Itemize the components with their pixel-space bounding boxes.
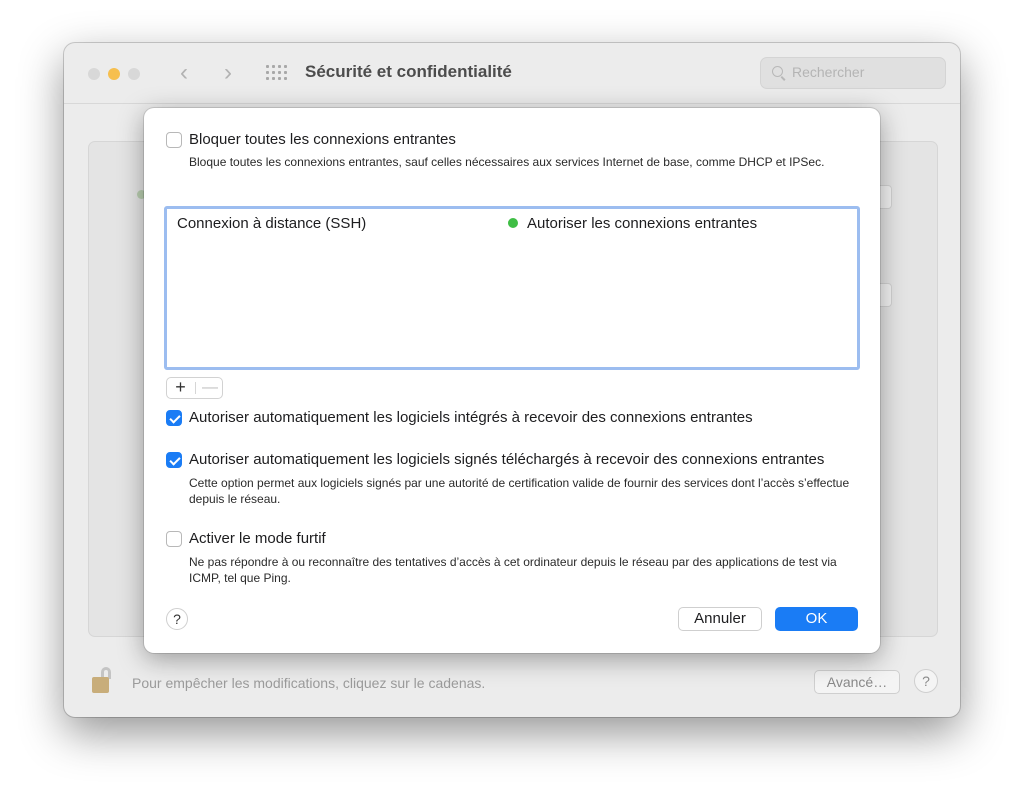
forward-chevron-icon[interactable]: › <box>224 59 232 87</box>
minimize-window-button[interactable] <box>108 68 120 80</box>
search-icon <box>772 66 783 77</box>
window-title: Sécurité et confidentialité <box>305 62 512 81</box>
block-all-checkbox[interactable] <box>166 132 182 148</box>
advanced-button[interactable]: Avancé… <box>814 670 900 694</box>
auto-signed-checkbox[interactable] <box>166 452 182 468</box>
list-item[interactable]: Connexion à distance (SSH) Autoriser les… <box>167 209 857 235</box>
add-button[interactable]: + <box>167 378 194 398</box>
lock-label: Pour empêcher les modifications, cliquez… <box>132 675 486 691</box>
show-all-grid-icon[interactable] <box>266 65 287 80</box>
search-input[interactable] <box>792 64 937 80</box>
add-remove-control: + — <box>166 377 223 399</box>
search-field[interactable] <box>760 57 946 89</box>
firewall-options-sheet: Bloquer toutes les connexions entrantes … <box>144 108 880 653</box>
block-all-description: Bloque toutes les connexions entrantes, … <box>189 155 825 169</box>
block-all-label: Bloquer toutes les connexions entrantes <box>189 131 456 148</box>
auto-signed-label: Autoriser automatiquement les logiciels … <box>189 451 825 468</box>
back-chevron-icon[interactable]: ‹ <box>180 59 188 87</box>
auto-builtin-label: Autoriser automatiquement les logiciels … <box>189 409 753 426</box>
bottom-bar: Pour empêcher les modifications, cliquez… <box>64 653 960 717</box>
remove-button[interactable]: — <box>197 378 223 398</box>
sheet-help-button[interactable]: ? <box>166 608 188 630</box>
app-status[interactable]: Autoriser les connexions entrantes <box>527 215 757 232</box>
ok-button[interactable]: OK <box>775 607 858 631</box>
stealth-mode-label: Activer le mode furtif <box>189 530 326 547</box>
window-help-button[interactable]: ? <box>914 669 938 693</box>
status-dot-icon <box>508 218 518 228</box>
auto-builtin-checkbox[interactable] <box>166 410 182 426</box>
cancel-button[interactable]: Annuler <box>678 607 762 631</box>
app-list[interactable]: Connexion à distance (SSH) Autoriser les… <box>164 206 860 370</box>
stealth-mode-description: Ne pas répondre à ou reconnaître des ten… <box>189 555 837 585</box>
title-bar: ‹ › Sécurité et confidentialité <box>64 43 960 104</box>
app-name: Connexion à distance (SSH) <box>177 215 367 232</box>
stealth-mode-checkbox[interactable] <box>166 531 182 547</box>
auto-signed-description: Cette option permet aux logiciels signés… <box>189 476 850 506</box>
zoom-window-button[interactable] <box>128 68 140 80</box>
close-window-button[interactable] <box>88 68 100 80</box>
segment-divider <box>195 382 196 394</box>
lock-icon[interactable] <box>92 667 114 693</box>
